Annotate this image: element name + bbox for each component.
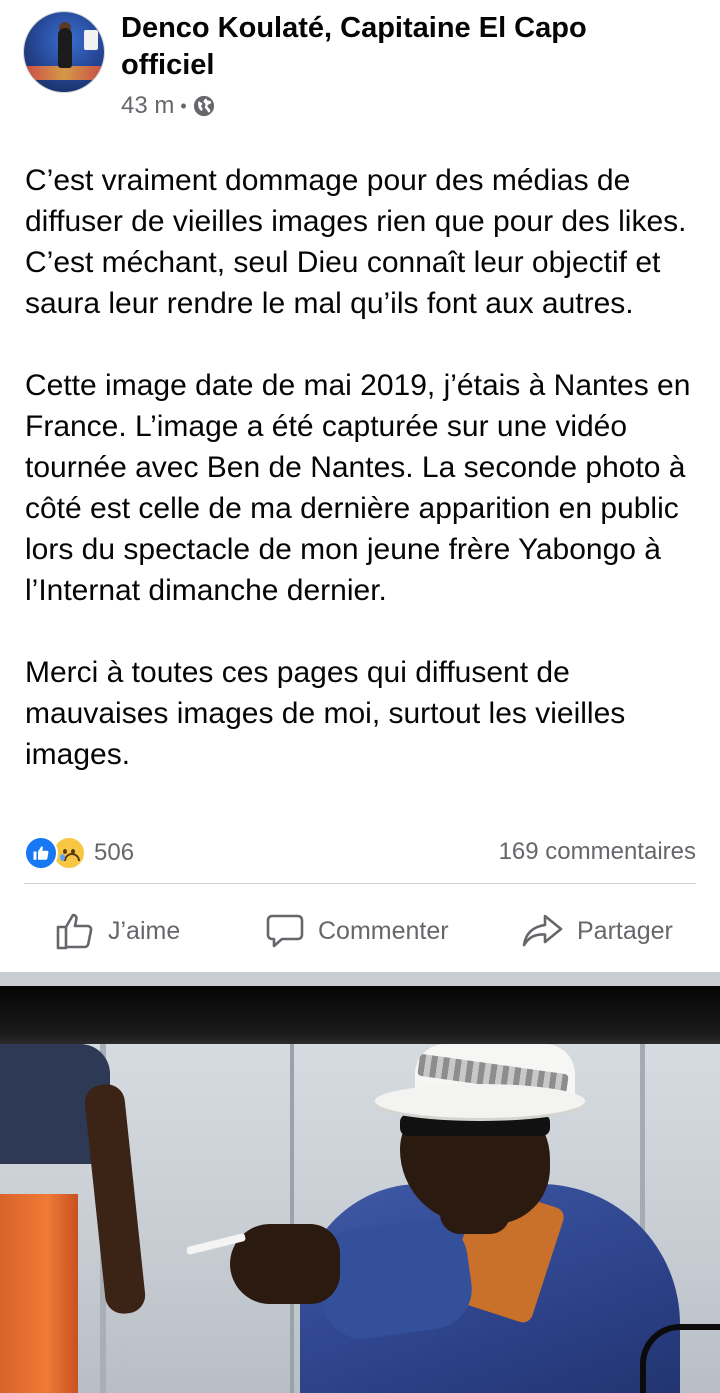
share-label: Partager xyxy=(577,916,673,945)
feed-separator xyxy=(0,972,720,986)
globe-icon[interactable] xyxy=(193,95,215,117)
avatar-badge xyxy=(84,30,98,50)
share-button[interactable]: Partager xyxy=(521,900,673,962)
avatar-stage-lights xyxy=(24,66,104,80)
post-stats: 506 169 commentaires xyxy=(24,836,696,870)
reaction-count: 506 xyxy=(94,839,135,866)
post-meta: 43 m • xyxy=(121,92,215,120)
photo-scene xyxy=(0,1044,720,1393)
comment-bubble-icon xyxy=(266,914,304,948)
comment-label: Commenter xyxy=(318,916,449,945)
action-bar: J’aime Commenter Partager xyxy=(0,900,720,962)
post-time[interactable]: 43 m xyxy=(121,92,174,120)
thumbs-up-icon xyxy=(56,913,93,950)
post-card: Denco Koulaté, Capitaine El Capo officie… xyxy=(0,0,720,972)
post-photo[interactable] xyxy=(0,986,720,1393)
meta-separator: • xyxy=(180,95,187,116)
photo-top-band xyxy=(0,986,720,1044)
post-paragraph: C’est vraiment dommage pour des médias d… xyxy=(25,164,687,320)
post-body: C’est vraiment dommage pour des médias d… xyxy=(25,160,705,775)
like-reaction-icon xyxy=(24,836,58,870)
post-paragraph: Merci à toutes ces pages qui diffusent d… xyxy=(25,656,626,771)
like-label: J’aime xyxy=(108,916,181,945)
reactions-summary[interactable]: 506 xyxy=(24,836,134,870)
comments-count[interactable]: 169 commentaires xyxy=(499,838,696,866)
share-arrow-icon xyxy=(522,914,563,947)
avatar-figure xyxy=(58,28,72,68)
stats-divider xyxy=(24,883,696,884)
author-name[interactable]: Denco Koulaté, Capitaine El Capo officie… xyxy=(121,10,681,84)
post-paragraph: Cette image date de mai 2019, j’étais à … xyxy=(25,369,691,607)
like-button[interactable]: J’aime xyxy=(54,900,180,962)
author-avatar[interactable] xyxy=(24,12,104,92)
comment-button[interactable]: Commenter xyxy=(264,900,449,962)
